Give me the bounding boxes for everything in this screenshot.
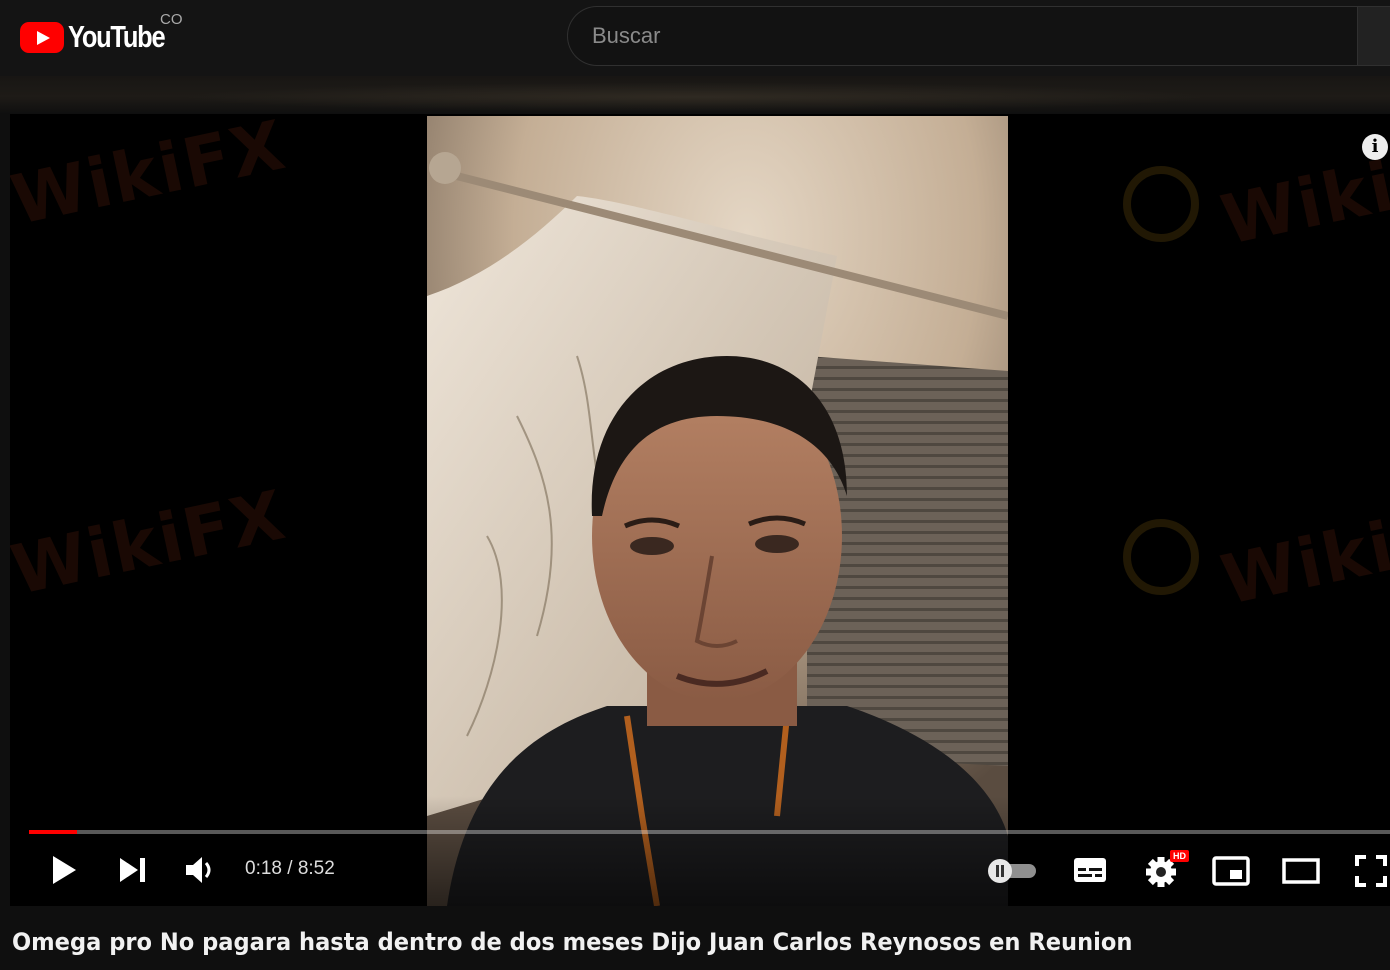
miniplayer-icon[interactable] <box>1212 856 1250 886</box>
video-title: Omega pro No pagara hasta dentro de dos … <box>12 928 1133 956</box>
video-player[interactable]: WikiFX WikiFX WikiFX WikiFX i 0:18 / 8:5… <box>10 114 1390 906</box>
play-icon[interactable] <box>50 854 78 886</box>
video-scene <box>427 116 1008 906</box>
search-button[interactable] <box>1357 7 1390 65</box>
watermark-logo-icon <box>1123 166 1199 242</box>
watermark-logo-icon <box>1123 519 1199 595</box>
progress-played <box>29 830 77 834</box>
country-code: CO <box>160 11 183 28</box>
progress-bar[interactable] <box>29 830 1390 834</box>
next-icon[interactable] <box>118 856 148 884</box>
subtitles-icon[interactable] <box>1072 856 1108 884</box>
watermark-text: WikiFX <box>10 114 293 242</box>
time-display: 0:18 / 8:52 <box>245 858 335 879</box>
ambient-glow <box>0 76 1390 114</box>
logo-text: YouTube <box>68 19 166 54</box>
search-box <box>567 6 1390 66</box>
search-input[interactable] <box>592 19 1332 53</box>
hd-badge: HD <box>1170 850 1189 862</box>
info-icon[interactable]: i <box>1362 134 1388 160</box>
fullscreen-icon[interactable] <box>1354 854 1388 888</box>
masthead: YouTube CO <box>0 0 1390 76</box>
volume-icon[interactable] <box>184 854 218 886</box>
video-frame <box>427 116 1008 906</box>
autoplay-toggle[interactable] <box>986 856 1040 884</box>
watermark-text: WikiFX <box>10 475 293 612</box>
youtube-play-logo-icon <box>20 21 64 53</box>
watermark-text: WikiFX <box>1214 485 1390 622</box>
theater-icon[interactable] <box>1282 858 1320 884</box>
